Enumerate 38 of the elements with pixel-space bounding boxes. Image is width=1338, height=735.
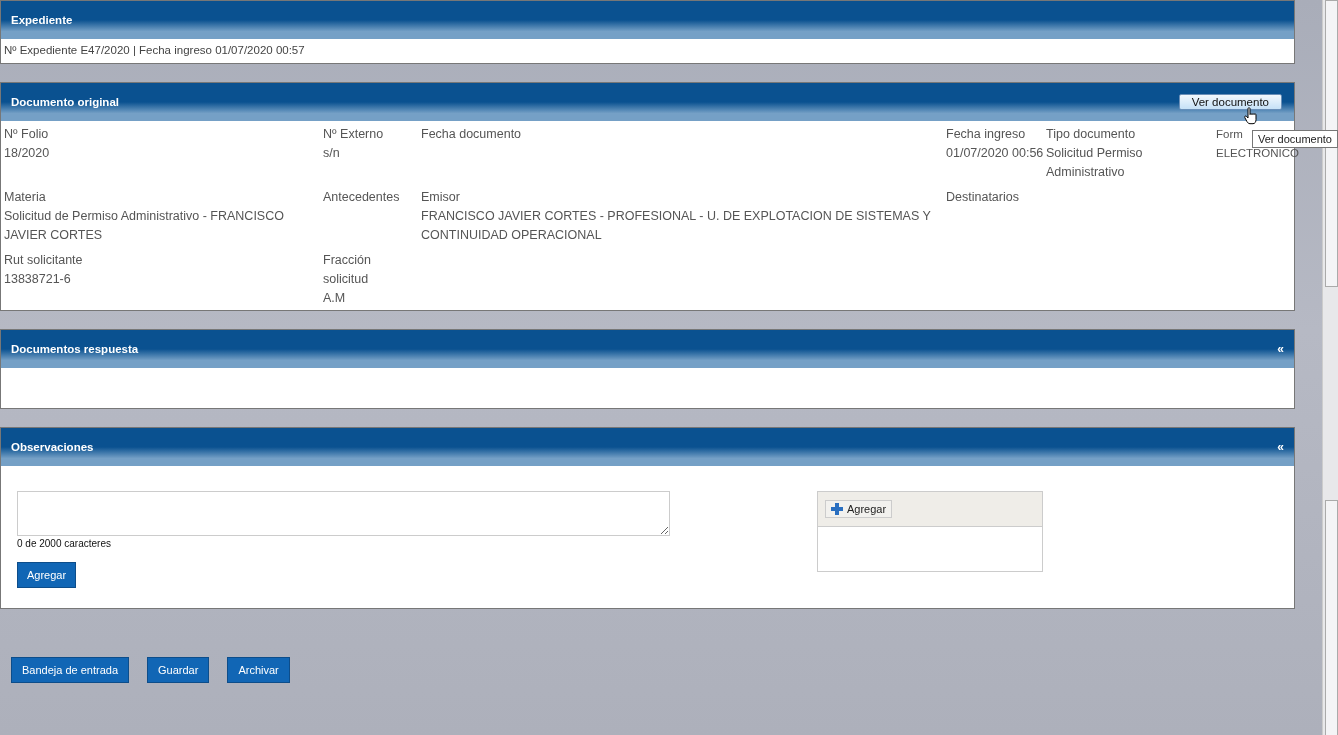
pointer-hand-icon xyxy=(1244,107,1258,125)
field-label: Fecha ingreso xyxy=(946,126,1026,143)
field-value: Solicitud de Permiso Administrativo - FRANCISCO JAVIER CORTES xyxy=(4,208,285,244)
field-label: Materia xyxy=(4,189,46,206)
plus-icon xyxy=(831,503,843,515)
field-value: 18/2020 xyxy=(4,145,50,162)
field-label: Fecha documento xyxy=(421,126,522,143)
field-label: Emisor xyxy=(421,189,460,206)
panel-title: Expediente xyxy=(11,14,73,26)
observation-textarea[interactable] xyxy=(17,491,670,536)
tooltip: Ver documento xyxy=(1252,130,1338,148)
action-button[interactable]: Bandeja de entrada xyxy=(11,657,130,683)
field-label: Antecedentes xyxy=(323,189,400,206)
panel-title: Documentos respuesta xyxy=(11,343,139,355)
field-value: FRANCISCO JAVIER CORTES - PROFESIONAL - U. DE EXPLOTACION DE SISTEMAS Y CONTINUIDAD OPERACIONAL xyxy=(421,208,932,244)
field-value: 01/07/2020 00:56 xyxy=(946,145,1044,162)
expediente-summary: Nº Expediente E47/2020 | Fecha ingreso 01/07/2020 00:57 xyxy=(4,44,305,56)
field-value: A.M xyxy=(323,290,346,307)
field-label: Tipo documento xyxy=(1046,126,1136,143)
field-value: 13838721-6 xyxy=(4,271,71,288)
collapse-toggle[interactable]: « xyxy=(1277,342,1284,356)
field-value: Solicitud Permiso Administrativo xyxy=(1046,145,1144,181)
collapse-toggle[interactable]: « xyxy=(1277,440,1284,454)
field-label: Destinatarios xyxy=(946,189,1019,206)
add-button[interactable]: Agregar xyxy=(17,562,77,588)
action-button[interactable]: Guardar xyxy=(147,657,210,683)
field-label: Nº Externo xyxy=(323,126,384,143)
field-value: s/n xyxy=(323,145,340,162)
view-document-button[interactable]: Ver documento xyxy=(1178,94,1282,110)
panel-title: Observaciones xyxy=(11,441,94,453)
field-label: Nº Folio xyxy=(4,126,49,143)
panel-title: Documento original xyxy=(11,96,119,108)
field-label: Fracción solicitud xyxy=(323,252,372,288)
field-label: Form xyxy=(1216,127,1243,142)
action-button[interactable]: Archivar xyxy=(227,657,290,683)
field-label: Rut solicitante xyxy=(4,252,83,269)
character-counter: 0 de 2000 caracteres xyxy=(17,538,112,549)
add-attachment-button[interactable]: Agregar xyxy=(825,500,893,518)
